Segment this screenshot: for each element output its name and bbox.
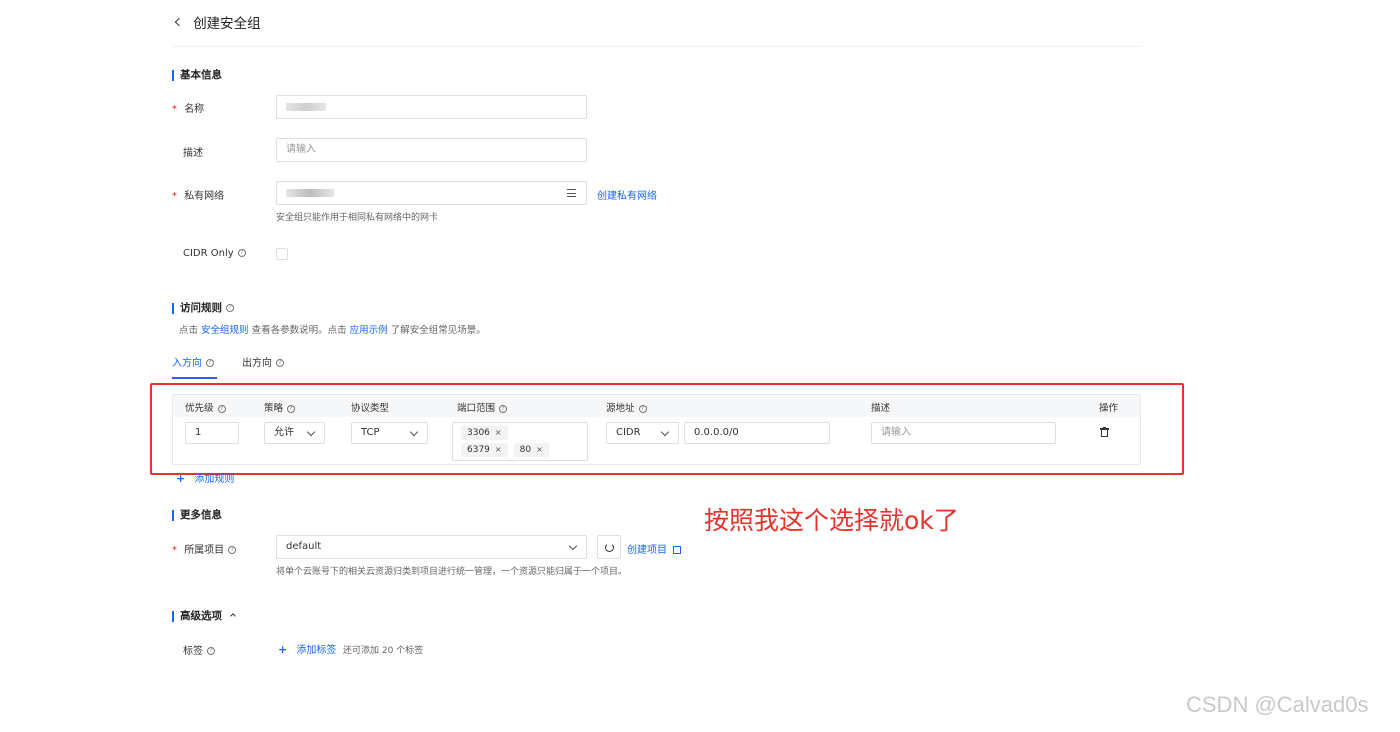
required-mark: * — [172, 104, 177, 115]
section-bar — [172, 610, 174, 622]
help-icon[interactable]: ? — [237, 249, 246, 257]
plus-icon: + — [278, 643, 288, 656]
annotation-text: 按照我这个选择就ok了 — [704, 506, 959, 535]
help-icon[interactable]: ? — [276, 359, 284, 367]
back-button[interactable]: 创建安全组 — [174, 12, 261, 32]
refresh-icon — [605, 543, 614, 552]
desc-label: 描述 — [183, 148, 203, 159]
vpc-value-redacted — [286, 189, 334, 197]
tab-outbound[interactable]: 出方向? — [242, 354, 284, 369]
name-label: * 名称 — [172, 104, 205, 115]
chevron-down-icon — [568, 541, 578, 551]
section-bar — [172, 69, 174, 81]
name-input[interactable] — [276, 95, 587, 119]
highlight-box — [150, 383, 1184, 475]
help-icon[interactable]: ? — [228, 546, 237, 554]
cidr-only-label: CIDR Only? — [183, 248, 246, 259]
section-more-info: 更多信息 — [172, 507, 222, 522]
header-divider — [172, 46, 1142, 47]
project-hint: 将单个云账号下的相关云资源归类到项目进行统一管理，一个资源只能归属于一个项目。 — [276, 567, 628, 577]
create-project-link[interactable]: 创建项目 — [627, 541, 682, 556]
chevron-up-icon — [230, 613, 237, 619]
help-icon[interactable]: ? — [207, 647, 215, 655]
name-value-redacted — [286, 103, 326, 111]
required-mark: * — [172, 545, 177, 556]
section-access-rules: 访问规则? — [172, 300, 234, 315]
external-link-icon — [673, 546, 682, 554]
list-icon — [567, 189, 576, 197]
create-vpc-link[interactable]: 创建私有网络 — [597, 187, 657, 202]
watermark: CSDN @Calvad0s — [1186, 692, 1369, 717]
desc-input[interactable]: 请输入 — [276, 138, 587, 162]
cidr-only-checkbox[interactable] — [276, 248, 288, 260]
chevron-left-icon — [174, 17, 184, 27]
project-select[interactable]: default — [276, 535, 587, 559]
project-label: * 所属项目? — [172, 541, 237, 556]
rules-description: 点击 安全组规则 查看各参数说明。点击 应用示例 了解安全组常见场景。 — [179, 325, 486, 336]
examples-link[interactable]: 应用示例 — [350, 325, 388, 336]
page-title: 创建安全组 — [193, 16, 261, 32]
add-rule-button[interactable]: + 添加规则 — [176, 470, 234, 485]
tag-label: 标签? — [183, 642, 215, 657]
plus-icon: + — [176, 472, 186, 485]
section-advanced-options[interactable]: 高级选项 — [172, 608, 237, 623]
section-bar — [172, 509, 174, 521]
refresh-button[interactable] — [597, 535, 621, 559]
section-basic-info: 基本信息 — [172, 67, 222, 82]
security-rules-link[interactable]: 安全组规则 — [201, 325, 249, 336]
section-bar — [172, 302, 174, 314]
vpc-hint: 安全组只能作用于相同私有网络中的网卡 — [276, 213, 439, 223]
tag-hint: 还可添加 20 个标签 — [343, 646, 424, 656]
vpc-select[interactable] — [276, 181, 587, 205]
vpc-label: * 私有网络 — [172, 191, 225, 202]
add-tag-button[interactable]: + 添加标签 — [278, 641, 336, 656]
tab-inbound[interactable]: 入方向? — [172, 354, 214, 369]
help-icon[interactable]: ? — [206, 359, 214, 367]
help-icon[interactable]: ? — [226, 304, 234, 312]
tab-active-indicator — [172, 377, 217, 379]
required-mark: * — [172, 191, 177, 202]
